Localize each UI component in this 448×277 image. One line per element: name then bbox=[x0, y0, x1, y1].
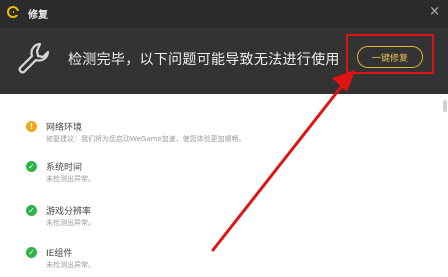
check-icon: ✓ bbox=[26, 247, 37, 258]
window-title: 修复 bbox=[28, 10, 48, 21]
close-icon[interactable]: × bbox=[429, 4, 440, 19]
title-bar: 修复 × bbox=[0, 0, 448, 28]
item-desc: 未检测出异常。 bbox=[46, 261, 95, 269]
check-icon: ✓ bbox=[26, 161, 37, 172]
scrollbar[interactable] bbox=[443, 100, 447, 112]
check-list: ! 网络环境 修复建议：我们将为您启动WeGame加速，使您体验更加顺畅。 ✓ … bbox=[0, 94, 448, 277]
item-desc: 未检测出异常。 bbox=[46, 175, 95, 183]
item-title: 游戏分辨率 bbox=[46, 207, 92, 217]
item-title: 网络环境 bbox=[46, 123, 83, 133]
item-desc: 修复建议：我们将为您启动WeGame加速，使您体验更加顺畅。 bbox=[46, 135, 246, 143]
wegame-logo-icon bbox=[7, 6, 19, 18]
check-icon: ✓ bbox=[26, 205, 37, 216]
annotation-highlight-box bbox=[346, 34, 434, 74]
headline-text: 检测完毕，以下问题可能导致无法进行使用 bbox=[68, 52, 340, 68]
wrench-icon bbox=[18, 42, 50, 74]
item-title: IE组件 bbox=[46, 249, 73, 259]
item-desc: 未检测出异常。 bbox=[46, 219, 95, 227]
warning-icon: ! bbox=[26, 121, 37, 132]
item-title: 系统时间 bbox=[46, 163, 83, 173]
